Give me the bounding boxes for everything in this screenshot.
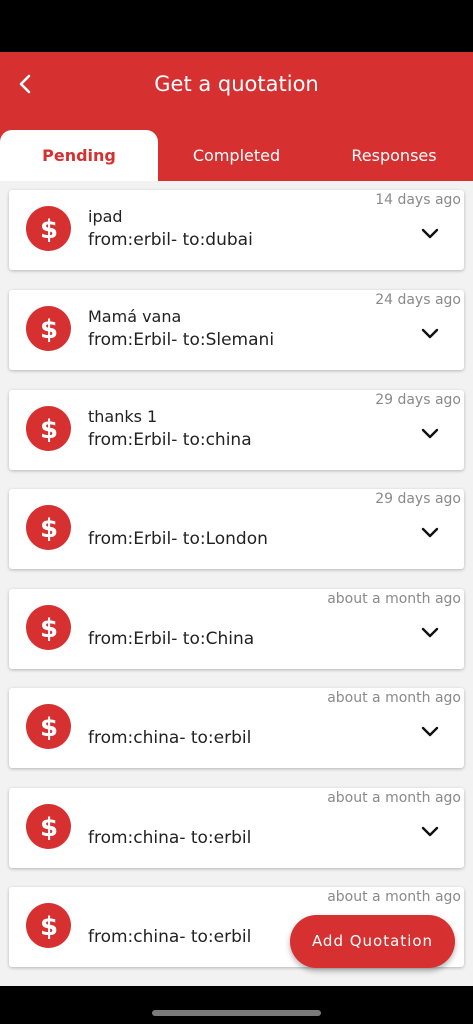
chevron-down-icon	[421, 228, 439, 239]
expand-button[interactable]	[416, 420, 444, 448]
quotation-time: about a month ago	[327, 690, 461, 706]
chevron-left-icon	[19, 74, 31, 94]
quotation-time: 24 days ago	[375, 292, 461, 308]
quotation-item[interactable]: $ from:china- to:erbil about a month ago	[9, 688, 464, 768]
expand-button[interactable]	[416, 818, 444, 846]
svg-text:$: $	[39, 912, 57, 941]
chevron-down-icon	[421, 527, 439, 538]
chevron-down-icon	[421, 627, 439, 638]
chevron-down-icon	[421, 726, 439, 737]
svg-text:$: $	[39, 415, 57, 444]
quotation-time: 29 days ago	[375, 392, 461, 408]
system-nav-bar	[0, 986, 473, 1024]
quotation-item[interactable]: $ ipad from:erbil- to:dubai 14 days ago	[9, 190, 464, 270]
chevron-down-icon	[421, 428, 439, 439]
expand-button[interactable]	[416, 619, 444, 647]
svg-text:$: $	[39, 713, 57, 742]
svg-text:$: $	[39, 614, 57, 643]
quotation-item[interactable]: $ Mamá vana from:Erbil- to:Slemani 24 da…	[9, 290, 464, 370]
dollar-icon: $	[26, 306, 71, 351]
quotation-title: ipad	[88, 207, 123, 226]
svg-text:$: $	[39, 514, 57, 543]
chevron-down-icon	[421, 826, 439, 837]
quotation-time: about a month ago	[327, 790, 461, 806]
quotation-title: thanks 1	[88, 407, 158, 426]
dollar-icon: $	[26, 903, 71, 948]
dollar-icon: $	[26, 505, 71, 550]
home-indicator[interactable]	[152, 1010, 321, 1016]
dollar-icon: $	[26, 804, 71, 849]
expand-button[interactable]	[416, 718, 444, 746]
dollar-icon: $	[26, 406, 71, 451]
tab-bar: Pending Completed Responses	[0, 130, 473, 181]
tab-pending[interactable]: Pending	[0, 130, 158, 181]
chevron-down-icon	[421, 328, 439, 339]
quotation-route: from:Erbil- to:London	[88, 529, 268, 549]
dollar-icon: $	[26, 206, 71, 251]
expand-button[interactable]	[416, 519, 444, 547]
page-title: Get a quotation	[154, 72, 319, 96]
quotation-time: about a month ago	[327, 591, 461, 607]
quotation-route: from:china- to:erbil	[88, 927, 252, 947]
screen: Get a quotation Pending Completed Respon…	[0, 0, 473, 1024]
quotation-route: from:Erbil- to:Slemani	[88, 330, 275, 350]
quotation-title: Mamá vana	[88, 307, 182, 326]
quotation-route: from:china- to:erbil	[88, 728, 252, 748]
quotation-item[interactable]: $ thanks 1 from:Erbil- to:china 29 days …	[9, 390, 464, 470]
quotation-time: 29 days ago	[375, 491, 461, 507]
tab-responses[interactable]: Responses	[315, 130, 473, 181]
svg-text:$: $	[39, 215, 57, 244]
dollar-icon: $	[26, 704, 71, 749]
add-quotation-button[interactable]: Add Quotation	[290, 915, 455, 968]
quotation-time: about a month ago	[327, 889, 461, 905]
quotation-item[interactable]: $ from:china- to:erbil about a month ago	[9, 788, 464, 868]
expand-button[interactable]	[416, 320, 444, 348]
status-bar	[0, 0, 473, 52]
quotation-route: from:china- to:erbil	[88, 828, 252, 848]
quotation-route: from:Erbil- to:China	[88, 629, 255, 649]
quotation-route: from:Erbil- to:china	[88, 430, 252, 450]
quotation-item[interactable]: $ from:Erbil- to:China about a month ago	[9, 589, 464, 669]
tab-completed[interactable]: Completed	[158, 130, 315, 181]
quotation-route: from:erbil- to:dubai	[88, 230, 253, 250]
quotation-item[interactable]: $ from:Erbil- to:London 29 days ago	[9, 489, 464, 569]
app-bar: Get a quotation Pending Completed Respon…	[0, 52, 473, 181]
quotation-time: 14 days ago	[375, 192, 461, 208]
svg-text:$: $	[39, 813, 57, 842]
svg-text:$: $	[39, 315, 57, 344]
dollar-icon: $	[26, 605, 71, 650]
back-button[interactable]	[8, 66, 44, 102]
expand-button[interactable]	[416, 220, 444, 248]
quotation-list[interactable]: $ ipad from:erbil- to:dubai 14 days ago …	[0, 181, 473, 986]
